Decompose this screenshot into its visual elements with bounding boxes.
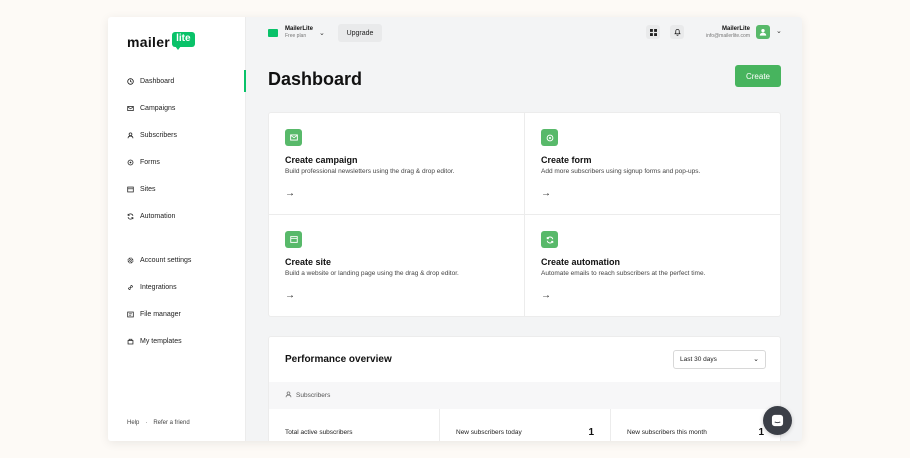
app-window: mailer lite Dashboard Campaigns Subscrib… (108, 17, 802, 441)
stat-label: New subscribers this month (627, 429, 707, 436)
account-plan: Free plan (285, 33, 307, 39)
sidebar-item-account-settings[interactable]: Account settings (127, 253, 191, 267)
sidebar-item-label: Dashboard (140, 77, 175, 85)
user-icon (127, 132, 134, 139)
arrow-right-icon[interactable]: → (285, 290, 295, 301)
sidebar-item-label: Account settings (140, 256, 192, 264)
envelope-icon (127, 105, 134, 112)
envelope-icon (285, 129, 302, 146)
card-title: Create site (285, 257, 332, 267)
stat-value: 1 (758, 427, 764, 438)
page-title: Dashboard (268, 69, 363, 89)
user-icon (285, 391, 292, 400)
refresh-icon (541, 231, 558, 248)
performance-title: Performance overview (285, 354, 392, 365)
sidebar-item-dashboard[interactable]: Dashboard (127, 74, 174, 88)
arrow-right-icon[interactable]: → (285, 188, 295, 199)
subscribers-section-header: Subscribers (269, 382, 780, 409)
user-menu[interactable]: MailerLite info@mailerlite.com (706, 25, 750, 40)
create-site-card[interactable]: Create site Build a website or landing p… (269, 215, 525, 317)
gear-icon (127, 257, 134, 264)
performance-overview-panel: Performance overview Last 30 days ⌄ Subs… (268, 336, 781, 441)
card-title: Create automation (541, 257, 621, 267)
refer-a-friend-link[interactable]: Refer a friend (153, 420, 189, 426)
user-email: info@mailerlite.com (706, 33, 750, 39)
card-description: Build professional newsletters using the… (285, 168, 455, 175)
sidebar-item-label: Sites (140, 185, 156, 193)
arrow-right-icon[interactable]: → (541, 188, 551, 199)
user-name: MailerLite (721, 26, 750, 32)
sidebar-item-file-manager[interactable]: File manager (127, 307, 181, 321)
sidebar-item-campaigns[interactable]: Campaigns (127, 101, 175, 115)
forms-icon (127, 159, 134, 166)
card-title: Create form (541, 155, 592, 165)
refresh-icon (127, 213, 134, 220)
stat-total-active-subscribers: Total active subscribers (269, 409, 440, 441)
template-icon (127, 338, 134, 345)
create-form-card[interactable]: Create form Add more subscribers using s… (525, 113, 781, 215)
stat-value: 1 (588, 427, 594, 438)
account-name: MailerLite (285, 26, 314, 32)
account-flag-icon (268, 28, 278, 37)
bell-icon[interactable] (670, 25, 684, 39)
sites-icon (285, 231, 302, 248)
forms-icon (541, 129, 558, 146)
sidebar-item-integrations[interactable]: Integrations (127, 280, 177, 294)
stat-label: New subscribers today (456, 429, 522, 436)
quick-actions-panel: Create campaign Build professional newsl… (268, 112, 781, 317)
chat-icon (771, 414, 784, 427)
card-description: Automate emails to reach subscribers at … (541, 270, 706, 277)
stat-label: Total active subscribers (285, 429, 353, 436)
help-link[interactable]: Help (127, 420, 139, 426)
sites-icon (127, 186, 134, 193)
stat-new-subscribers-today: New subscribers today 1 (440, 409, 611, 441)
chevron-down-icon: ⌄ (319, 29, 325, 37)
sidebar-item-subscribers[interactable]: Subscribers (127, 128, 177, 142)
logo-badge: lite (172, 32, 195, 50)
sidebar-item-label: File manager (140, 310, 181, 318)
stat-new-subscribers-this-month: New subscribers this month 1 (611, 409, 780, 441)
arrow-right-icon[interactable]: → (541, 290, 551, 301)
sidebar: mailer lite Dashboard Campaigns Subscrib… (108, 17, 246, 441)
logo-text: mailer (127, 34, 171, 50)
link-icon (127, 284, 134, 291)
topbar: MailerLite Free plan ⌄ Upgrade MailerLit… (246, 17, 802, 51)
card-title: Create campaign (285, 155, 358, 165)
period-select[interactable]: Last 30 days ⌄ (673, 350, 766, 369)
chevron-down-icon: ⌄ (753, 356, 759, 363)
sidebar-item-sites[interactable]: Sites (127, 182, 156, 196)
sidebar-item-forms[interactable]: Forms (127, 155, 160, 169)
sidebar-item-label: Forms (140, 158, 160, 166)
card-description: Build a website or landing page using th… (285, 270, 459, 277)
footer-separator: · (145, 420, 148, 426)
sidebar-item-label: My templates (140, 337, 182, 345)
sidebar-item-label: Integrations (140, 283, 177, 291)
sidebar-item-label: Campaigns (140, 104, 176, 112)
card-description: Add more subscribers using signup forms … (541, 168, 701, 175)
sidebar-item-my-templates[interactable]: My templates (127, 334, 182, 348)
upgrade-button[interactable]: Upgrade (338, 24, 382, 42)
period-select-value: Last 30 days (680, 356, 717, 363)
create-campaign-card[interactable]: Create campaign Build professional newsl… (269, 113, 525, 215)
section-label: Subscribers (296, 392, 331, 399)
account-switcher[interactable]: MailerLite Free plan ⌄ (268, 25, 325, 40)
file-icon (127, 311, 134, 318)
create-button[interactable]: Create (735, 65, 781, 87)
sidebar-item-label: Subscribers (140, 131, 177, 139)
create-automation-card[interactable]: Create automation Automate emails to rea… (525, 215, 781, 317)
dashboard-icon (127, 77, 134, 85)
sidebar-item-automation[interactable]: Automation (127, 209, 175, 223)
apps-grid-icon[interactable] (646, 25, 660, 39)
active-indicator (244, 70, 246, 92)
chat-support-button[interactable] (763, 406, 792, 435)
avatar[interactable] (756, 25, 770, 39)
mailerlite-logo[interactable]: mailer lite (127, 32, 195, 51)
chevron-down-icon[interactable]: ⌄ (776, 27, 782, 35)
sidebar-item-label: Automation (140, 212, 176, 220)
sidebar-footer: Help · Refer a friend (127, 420, 190, 426)
